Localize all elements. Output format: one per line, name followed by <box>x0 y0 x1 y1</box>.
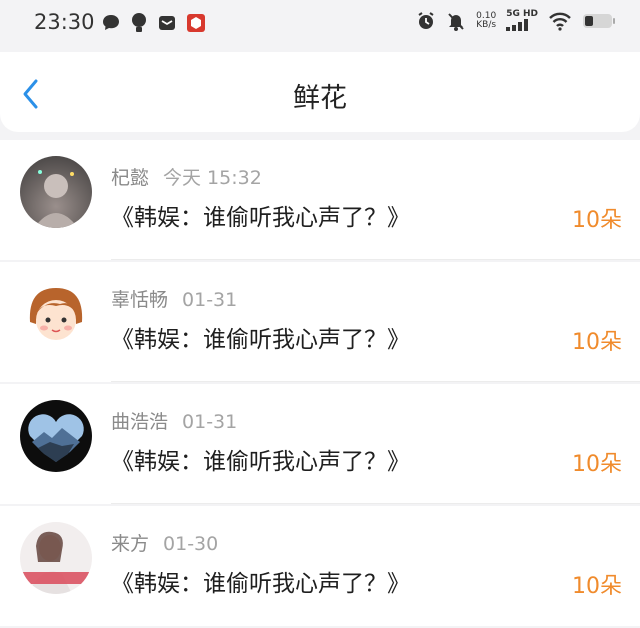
avatar[interactable] <box>20 156 92 228</box>
user-name: 曲浩浩 <box>111 411 169 433</box>
entry-date: 今天 15:32 <box>163 167 262 189</box>
mute-icon <box>448 12 464 31</box>
signal-bars-icon <box>506 19 529 31</box>
mail-icon <box>159 16 175 30</box>
status-time: 23:30 <box>34 10 95 34</box>
avatar[interactable] <box>20 522 92 594</box>
signal-strength: 5G HD <box>506 10 538 31</box>
notification-icons <box>101 12 206 34</box>
entry-date: 01-31 <box>182 411 238 433</box>
header-bar: 鲜花 <box>0 52 640 132</box>
user-name: 辜恬畅 <box>111 289 169 311</box>
battery-icon <box>583 13 615 28</box>
flower-count: 10朵 <box>572 452 622 477</box>
book-title: 《韩娱：谁偷听我心声了？》 <box>111 327 410 353</box>
name-line: 辜恬畅 01-31 <box>111 285 237 312</box>
name-line: 来方 01-30 <box>111 529 218 556</box>
book-title: 《韩娱：谁偷听我心声了？》 <box>111 205 410 231</box>
avatar[interactable] <box>20 278 92 350</box>
list-item[interactable]: 来方 01-30 《韩娱：谁偷听我心声了？》 10朵 <box>0 506 640 626</box>
page-title: 鲜花 <box>293 83 347 114</box>
book-title: 《韩娱：谁偷听我心声了？》 <box>111 571 410 597</box>
status-bar: 23:30 0.10 KB/s 5G HD <box>0 0 640 50</box>
list-item[interactable]: 杞懿 今天 15:32 《韩娱：谁偷听我心声了？》 10朵 <box>0 140 640 260</box>
wifi-icon <box>549 12 571 31</box>
flower-count: 10朵 <box>572 208 622 233</box>
list-item[interactable]: 曲浩浩 01-31 《韩娱：谁偷听我心声了？》 10朵 <box>0 384 640 504</box>
name-line: 杞懿 今天 15:32 <box>111 163 262 190</box>
book-title: 《韩娱：谁偷听我心声了？》 <box>111 449 410 475</box>
flower-count: 10朵 <box>572 574 622 599</box>
lightbulb-icon <box>132 13 146 32</box>
user-name: 杞懿 <box>111 167 150 189</box>
status-right: 0.10 KB/s 5G HD <box>416 10 616 31</box>
entry-date: 01-31 <box>182 289 238 311</box>
list-item[interactable]: 辜恬畅 01-31 《韩娱：谁偷听我心声了？》 10朵 <box>0 262 640 382</box>
user-name: 来方 <box>111 533 150 555</box>
divider <box>111 381 640 382</box>
chat-bubble-icon <box>103 15 119 30</box>
divider <box>111 259 640 260</box>
name-line: 曲浩浩 01-31 <box>111 407 237 434</box>
entry-date: 01-30 <box>163 533 219 555</box>
app-badge-icon <box>187 14 205 32</box>
divider <box>111 503 640 504</box>
flower-count: 10朵 <box>572 330 622 355</box>
alarm-icon <box>418 11 434 29</box>
network-speed: 0.10 KB/s <box>476 10 497 30</box>
flower-list: 杞懿 今天 15:32 《韩娱：谁偷听我心声了？》 10朵 辜恬畅 01-31 《韩… <box>0 140 640 628</box>
avatar[interactable] <box>20 400 92 472</box>
